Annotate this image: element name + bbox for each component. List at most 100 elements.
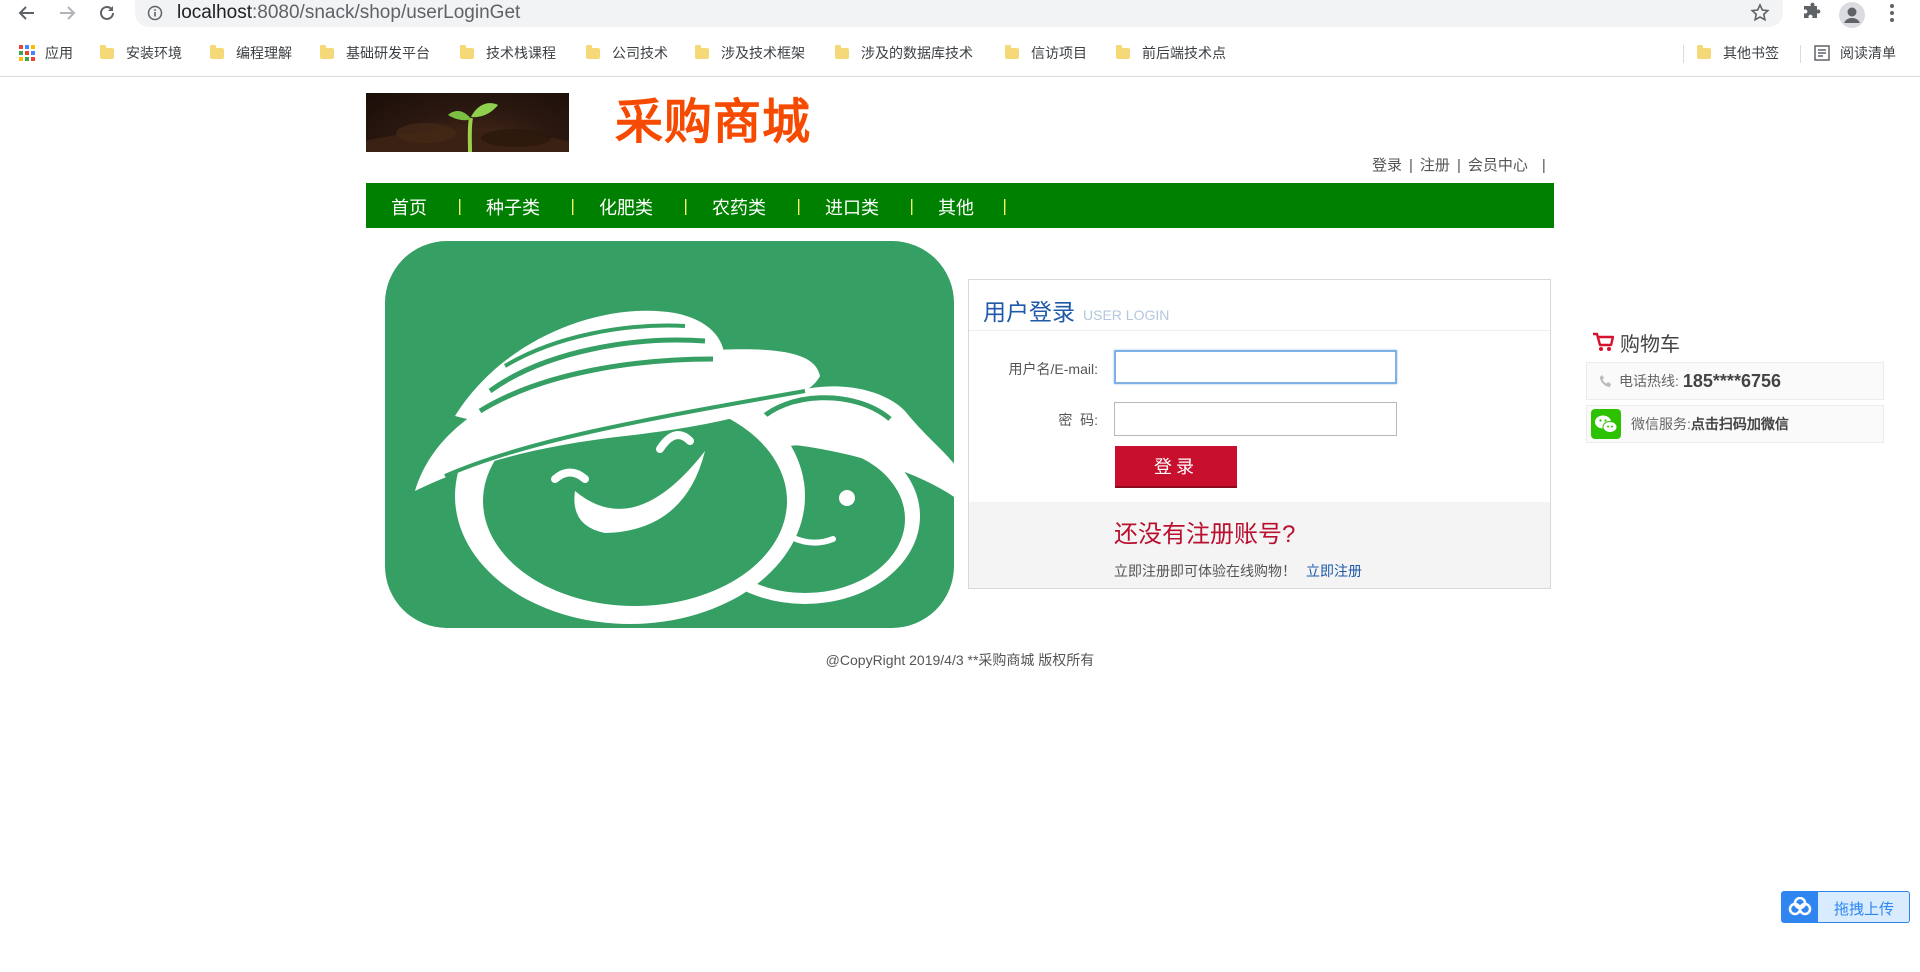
folder-icon [1005, 44, 1019, 59]
bookmark-label: 编程理解 [236, 45, 292, 61]
hotline-label: 电话热线: [1619, 373, 1679, 389]
main-nav: 首页 | 种子类 | 化肥类 | 农药类 | 进口类 | 其他 | [366, 183, 1554, 228]
nav-item-seeds[interactable]: 种子类 [486, 194, 540, 220]
login-title-en: USER LOGIN [1083, 307, 1170, 323]
register-now-link[interactable]: 立即注册 [1306, 563, 1362, 579]
cart-link[interactable]: 购物车 [1592, 329, 1680, 356]
bookmark-folder[interactable]: 技术栈课程 [460, 43, 556, 63]
site-info-icon[interactable] [147, 5, 163, 25]
nav-separator: | [457, 196, 463, 215]
nav-item-other[interactable]: 其他 [938, 194, 974, 220]
bookmark-folder[interactable]: 安装环境 [100, 43, 182, 63]
cart-label: 购物车 [1620, 333, 1680, 356]
folder-icon [695, 44, 709, 59]
user-links: 登录 | 注册 | 会员中心 | [1372, 154, 1553, 175]
folder-icon [1697, 44, 1711, 59]
site-title: 采购商城 [615, 96, 812, 149]
nav-separator: | [909, 196, 915, 215]
register-text-row: 立即注册即可体验在线购物！ 立即注册 [1114, 561, 1362, 581]
login-header: 用户登录 USER LOGIN [983, 293, 1169, 327]
bookmark-apps[interactable]: 应用 [19, 43, 73, 63]
divider [969, 330, 1550, 331]
link-separator: | [1541, 157, 1546, 174]
nav-separator: | [796, 196, 802, 215]
bookmark-label: 公司技术 [612, 45, 668, 61]
wechat-icon [1591, 409, 1621, 439]
shopping-cart-icon [1593, 332, 1614, 351]
register-link[interactable]: 注册 [1420, 154, 1450, 175]
bookmark-label: 应用 [45, 45, 73, 61]
bookmark-folder[interactable]: 涉及的数据库技术 [835, 43, 973, 63]
bookmark-star-icon[interactable] [1750, 3, 1770, 27]
bookmark-label: 其他书签 [1723, 45, 1779, 61]
footer-copyright: @CopyRight 2019/4/3 **采购商城 版权所有 [825, 652, 1095, 668]
login-panel: 用户登录 USER LOGIN 用户名/E-mail: 密 码: 登录 还没有注册… [968, 279, 1551, 589]
bookmark-folder[interactable]: 前后端技术点 [1116, 43, 1226, 63]
bookmark-folder[interactable]: 信访项目 [1005, 43, 1087, 63]
cloud-upload-icon [1782, 892, 1818, 922]
arrow-right-icon [60, 6, 76, 20]
logo-image [366, 93, 569, 152]
folder-icon [460, 44, 474, 59]
menu-kebab-icon[interactable] [1888, 2, 1896, 28]
bookmark-folder[interactable]: 编程理解 [210, 43, 292, 63]
username-label: 用户名/E-mail: [1008, 361, 1098, 377]
drag-upload-label: 拖拽上传 [1834, 901, 1895, 918]
bookmark-label: 涉及技术框架 [721, 45, 805, 61]
bookmark-other[interactable]: 其他书签 [1697, 43, 1779, 63]
nav-separator: | [683, 196, 689, 215]
bookmark-label: 基础研发平台 [346, 45, 430, 61]
bookmark-label: 前后端技术点 [1142, 45, 1226, 61]
bookmark-label: 信访项目 [1031, 45, 1087, 61]
back-button[interactable] [14, 0, 40, 26]
folder-icon [320, 44, 334, 59]
url-text[interactable]: localhost:8080/snack/shop/userLoginGet [177, 2, 520, 24]
browser-toolbar: localhost:8080/snack/shop/userLoginGet [0, 0, 1920, 28]
profile-avatar-icon[interactable] [1839, 2, 1865, 32]
forward-button[interactable] [54, 0, 80, 26]
nav-item-pesticide[interactable]: 农药类 [712, 194, 766, 220]
member-center-link[interactable]: 会员中心 [1468, 154, 1528, 175]
link-separator: | [1456, 157, 1461, 174]
extensions-icon[interactable] [1800, 2, 1822, 28]
nav-separator: | [1002, 196, 1008, 215]
password-label: 密 码: [1058, 412, 1098, 428]
login-link[interactable]: 登录 [1372, 154, 1402, 175]
url-host: localhost [177, 2, 252, 23]
folder-icon [210, 44, 224, 59]
nav-item-home[interactable]: 首页 [391, 194, 427, 220]
bookmark-folder[interactable]: 公司技术 [586, 43, 668, 63]
hotline-box: 电话热线: 185****6756 [1586, 362, 1884, 400]
password-input[interactable] [1114, 402, 1397, 436]
url-path: :8080/snack/shop/userLoginGet [252, 2, 521, 23]
register-section: 还没有注册账号? 立即注册即可体验在线购物！ 立即注册 [969, 502, 1550, 588]
login-button[interactable]: 登录 [1115, 446, 1237, 488]
bookmark-label: 安装环境 [126, 45, 182, 61]
wechat-scan-link[interactable]: 点击扫码加微信 [1691, 414, 1789, 434]
wechat-box[interactable]: 微信服务: 点击扫码加微信 [1586, 405, 1884, 443]
nav-separator: | [570, 196, 576, 215]
bookmarks-bar: 应用 安装环境 编程理解 基础研发平台 技术栈课程 公司技术 涉及技术框架 涉及… [0, 38, 1920, 68]
hero-logo-illustration [385, 241, 954, 628]
bookmarks-divider [1800, 45, 1801, 63]
reading-list-button[interactable]: 阅读清单 [1814, 43, 1896, 63]
bookmark-folder[interactable]: 涉及技术框架 [695, 43, 805, 63]
reading-list-label: 阅读清单 [1840, 45, 1896, 61]
arrow-left-icon [18, 6, 34, 20]
reading-list-icon [1814, 45, 1830, 61]
bookmark-folder[interactable]: 基础研发平台 [320, 43, 430, 63]
bookmark-label: 涉及的数据库技术 [861, 45, 973, 61]
reload-button[interactable] [94, 0, 120, 26]
drag-upload-button[interactable]: 拖拽上传 [1781, 891, 1910, 923]
nav-item-fertilizer[interactable]: 化肥类 [599, 194, 653, 220]
page: 采购商城 登录 | 注册 | 会员中心 | 首页 | 种子类 | 化肥类 | 农药类 | … [0, 77, 1920, 972]
hotline-number: 185****6756 [1682, 370, 1781, 391]
nav-item-imported[interactable]: 进口类 [825, 194, 879, 220]
folder-icon [1116, 44, 1130, 59]
login-title: 用户登录 [983, 299, 1075, 325]
folder-icon [100, 44, 114, 59]
link-separator: | [1409, 157, 1413, 174]
folder-icon [586, 44, 600, 59]
phone-icon [1600, 375, 1611, 387]
username-input[interactable] [1114, 350, 1397, 384]
